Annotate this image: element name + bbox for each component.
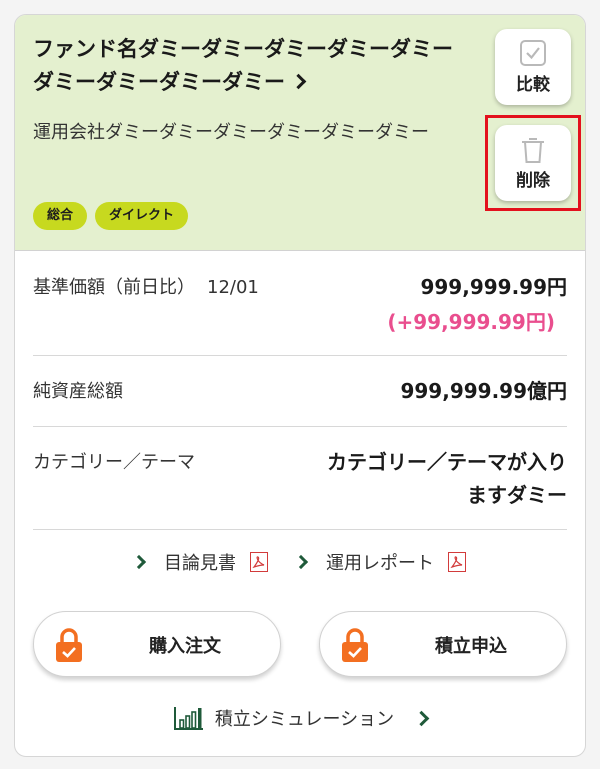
fund-name: ファンド名ダミーダミーダミーダミーダミーダミーダミーダミーダミー — [33, 37, 453, 94]
simulation-link[interactable]: 積立シミュレーション — [15, 705, 585, 731]
assets-label: 純資産総額 — [33, 381, 123, 402]
prospectus-label: 目論見書 — [164, 553, 236, 574]
buy-order-button[interactable]: 購入注文 — [33, 611, 281, 677]
assets-row: 純資産総額 999,999.99億円 — [33, 355, 567, 427]
pdf-icon — [250, 552, 268, 572]
tsumitate-button[interactable]: 積立申込 — [319, 611, 567, 677]
category-value: カテゴリー／テーマが入りますダミー — [327, 450, 567, 507]
badge-direct: ダイレクト — [95, 202, 189, 230]
category-label: カテゴリー／テーマ — [33, 452, 195, 473]
chevron-right-icon — [413, 710, 430, 726]
delete-label: 削除 — [516, 171, 550, 191]
chevron-right-icon — [293, 554, 309, 570]
compare-label: 比較 — [516, 75, 550, 95]
tsumitate-label: 積立申込 — [435, 636, 507, 657]
badge-list: 総合 ダイレクト — [33, 202, 189, 230]
lock-icon — [342, 628, 368, 662]
lock-icon — [56, 628, 82, 662]
nav-diff: (+99,999.99円) — [387, 310, 555, 334]
report-link[interactable]: 運用レポート — [293, 549, 466, 575]
nav-date: 12/01 — [207, 277, 259, 298]
category-row: カテゴリー／テーマ カテゴリー／テーマが入りますダミー — [33, 426, 567, 530]
nav-value: 999,999.99円 — [420, 275, 567, 299]
document-links: 目論見書 運用レポート — [15, 549, 585, 575]
report-label: 運用レポート — [326, 553, 434, 574]
buy-order-label: 購入注文 — [149, 636, 221, 657]
chevron-right-icon — [131, 554, 147, 570]
chevron-right-icon — [290, 73, 307, 90]
assets-value: 999,999.99億円 — [400, 379, 567, 403]
fund-name-link[interactable]: ファンド名ダミーダミーダミーダミーダミーダミーダミーダミーダミー — [33, 33, 473, 99]
simulation-label: 積立シミュレーション — [214, 709, 395, 730]
fund-company: 運用会社ダミーダミーダミーダミーダミーダミー — [33, 122, 429, 143]
prospectus-link[interactable]: 目論見書 — [131, 549, 268, 575]
nav-label: 基準価額（前日比） — [33, 277, 195, 298]
nav-label-group: 基準価額（前日比） 12/01 — [33, 273, 259, 299]
fund-header: ファンド名ダミーダミーダミーダミーダミーダミーダミーダミーダミー 運用会社ダミー… — [15, 15, 585, 251]
fund-card: ファンド名ダミーダミーダミーダミーダミーダミーダミーダミーダミー 運用会社ダミー… — [14, 14, 586, 757]
nav-row: 基準価額（前日比） 12/01 999,999.99円 (+99,999.99円) — [33, 251, 567, 356]
trash-icon — [522, 138, 544, 163]
compare-button[interactable]: 比較 — [495, 29, 571, 105]
bar-chart-icon — [173, 707, 203, 730]
checkbox-icon — [520, 40, 546, 66]
delete-button[interactable]: 削除 — [495, 125, 571, 201]
pdf-icon — [448, 552, 466, 572]
badge-sogo: 総合 — [33, 202, 88, 230]
